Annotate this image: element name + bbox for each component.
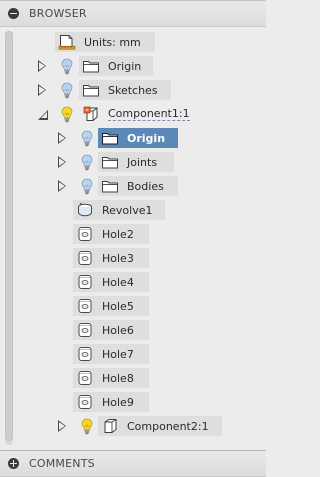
hole-icon [76,298,94,314]
units-item[interactable]: Units: mm [55,32,155,52]
revolve1-item[interactable]: Revolve1 [73,200,165,220]
hole-icon [76,346,94,362]
expand-bodies-icon[interactable] [58,180,66,192]
hole-item[interactable]: Hole5 [73,296,149,316]
tree-row-revolve1[interactable]: Revolve1 [0,199,266,221]
component1-label: Component1:1 [108,107,190,121]
browser-panel: BROWSER Units: mm Origin Sketches Compon… [0,0,266,477]
hole-item[interactable]: Hole9 [73,392,149,412]
tree-row-hole6[interactable]: Hole6 [0,319,266,341]
comp-origin-item[interactable]: Origin [98,128,178,148]
joints-item[interactable]: Joints [98,152,174,172]
hole-label: Hole4 [102,275,134,289]
hole-label: Hole8 [102,371,134,385]
hole-icon [76,370,94,386]
hole-icon [76,226,94,242]
tree-row-hole8[interactable]: Hole8 [0,367,266,389]
tree-row-hole4[interactable]: Hole4 [0,271,266,293]
hole-item[interactable]: Hole8 [73,368,149,388]
expand-joints-icon[interactable] [58,156,66,168]
tree-row-component2[interactable]: Component2:1 [0,415,266,437]
hole-label: Hole5 [102,299,134,313]
browser-tree: Units: mm Origin Sketches Component1:1 O… [0,27,266,450]
visibility-bulb-on-icon[interactable] [81,418,93,435]
hole-label: Hole6 [102,323,134,337]
expand-component2-icon[interactable] [58,420,66,432]
origin-label: Origin [108,59,142,73]
hole-icon [76,250,94,266]
origin-item[interactable]: Origin [79,56,153,76]
tree-row-bodies[interactable]: Bodies [0,175,266,197]
hole-label: Hole3 [102,251,134,265]
expand-sketches-icon[interactable] [38,84,46,96]
units-label: Units: mm [84,35,141,49]
hole-item[interactable]: Hole4 [73,272,149,292]
collapse-panel-icon[interactable] [8,8,19,19]
hole-item[interactable]: Hole2 [73,224,149,244]
units-icon [58,34,76,50]
hole-icon [76,322,94,338]
collapse-component1-icon[interactable] [38,110,48,120]
comp-origin-label: Origin [127,131,166,145]
folder-icon [82,58,100,74]
sketches-item[interactable]: Sketches [79,80,171,100]
hole-item[interactable]: Hole7 [73,344,149,364]
tree-row-sketches[interactable]: Sketches [0,79,266,101]
visibility-bulb-icon[interactable] [81,130,93,147]
hole-item[interactable]: Hole3 [73,248,149,268]
tree-row-joints[interactable]: Joints [0,151,266,173]
tree-row-component1[interactable]: Component1:1 [0,103,266,125]
hole-label: Hole2 [102,227,134,241]
tree-row-hole2[interactable]: Hole2 [0,223,266,245]
comments-header[interactable]: COMMENTS [0,450,266,477]
visibility-bulb-on-icon[interactable] [61,106,73,123]
sketches-label: Sketches [108,83,158,97]
active-component-icon [82,106,100,122]
hole-label: Hole7 [102,347,134,361]
component2-label: Component2:1 [127,419,209,433]
bodies-item[interactable]: Bodies [98,176,178,196]
tree-row-hole3[interactable]: Hole3 [0,247,266,269]
expand-comp-origin-icon[interactable] [58,132,66,144]
tree-row-hole9[interactable]: Hole9 [0,391,266,413]
visibility-bulb-icon[interactable] [61,58,73,75]
folder-icon [101,154,119,170]
component-icon [101,418,119,434]
comments-title: COMMENTS [29,457,95,470]
visibility-bulb-icon[interactable] [81,154,93,171]
component2-item[interactable]: Component2:1 [98,416,222,436]
tree-row-origin[interactable]: Origin [0,55,266,77]
revolve1-label: Revolve1 [102,203,153,217]
tree-row-comp-origin[interactable]: Origin [0,127,266,149]
revolve-icon [76,202,94,218]
tree-row-hole5[interactable]: Hole5 [0,295,266,317]
hole-item[interactable]: Hole6 [73,320,149,340]
visibility-bulb-icon[interactable] [81,178,93,195]
joints-label: Joints [127,155,158,169]
hole-icon [76,394,94,410]
browser-title: BROWSER [29,7,87,20]
tree-row-units[interactable]: Units: mm [0,31,266,53]
folder-icon [101,130,119,146]
component1-item[interactable]: Component1:1 [79,104,205,124]
expand-origin-icon[interactable] [38,60,46,72]
expand-panel-icon[interactable] [8,458,19,469]
folder-icon [82,82,100,98]
hole-icon [76,274,94,290]
bodies-label: Bodies [127,179,164,193]
browser-header[interactable]: BROWSER [0,0,266,27]
visibility-bulb-icon[interactable] [61,82,73,99]
folder-icon [101,178,119,194]
hole-label: Hole9 [102,395,134,409]
tree-row-hole7[interactable]: Hole7 [0,343,266,365]
